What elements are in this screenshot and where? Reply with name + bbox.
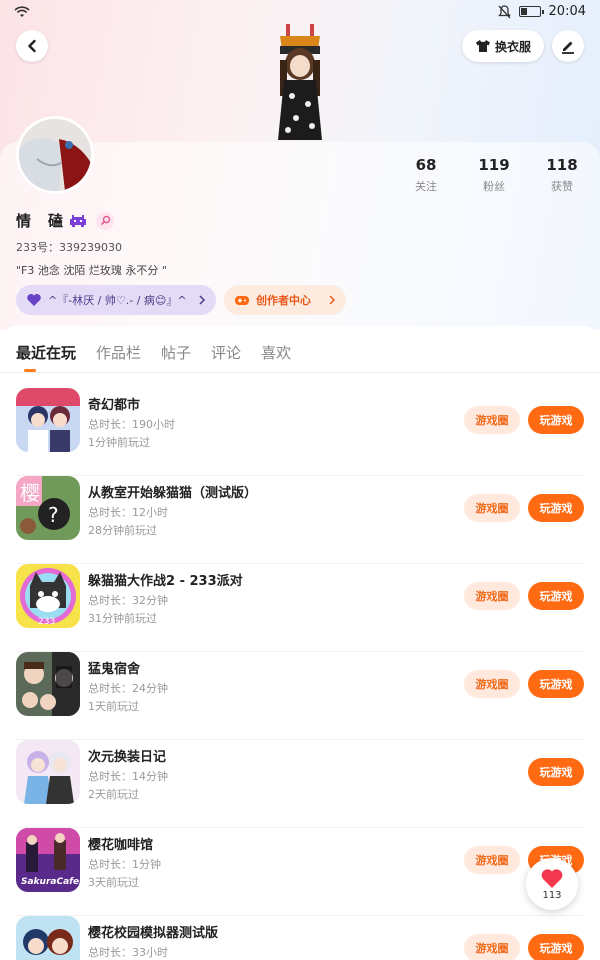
floating-like-button[interactable]: 113 — [526, 858, 578, 910]
wifi-icon — [14, 6, 30, 17]
dressup-girls-icon[interactable] — [16, 740, 80, 804]
user-avatar[interactable] — [16, 116, 94, 194]
back-button[interactable] — [16, 30, 48, 62]
content-panel: 最近在玩 作品栏 帖子 评论 喜欢 奇幻都市 总时长：190小时 1分钟前玩过 … — [0, 326, 600, 960]
stat-followers-label: 粉丝 — [483, 180, 505, 193]
game-duration: 总时长：32分钟 — [88, 594, 168, 607]
stat-following[interactable]: 68 关注 — [396, 156, 456, 194]
stat-followers[interactable]: 119 粉丝 — [464, 156, 524, 194]
avatar-image — [19, 119, 91, 191]
pencil-icon — [562, 41, 574, 54]
stat-likes-value: 118 — [546, 156, 578, 174]
game-title: 躲猫猫大作战2 - 233派对 — [88, 574, 243, 589]
like-count: 113 — [542, 890, 562, 901]
change-outfit-button[interactable]: 换衣服 — [462, 30, 544, 62]
game-title: 猛鬼宿舍 — [88, 662, 141, 677]
game-last-played: 2天前玩过 — [88, 788, 139, 801]
game-row[interactable]: 奇幻都市 总时长：190小时 1分钟前玩过 游戏圈 玩游戏 — [0, 388, 600, 476]
game-duration: 总时长：12小时 — [88, 506, 168, 519]
play-game-button[interactable]: 玩游戏 — [528, 934, 584, 960]
mute-bell-icon — [497, 4, 511, 18]
username-row: 情 磕 — [16, 210, 115, 231]
game-row[interactable]: 233 躲猫猫大作战2 - 233派对 总时长：32分钟 31分钟前玩过 游戏圈… — [0, 564, 600, 652]
username: 情 磕 — [16, 212, 65, 230]
school-sim-icon[interactable] — [16, 916, 80, 960]
change-outfit-label: 换衣服 — [494, 39, 531, 54]
anime-girls-icon[interactable] — [16, 388, 80, 452]
tab-posts[interactable]: 帖子 — [161, 342, 191, 363]
gamepad-icon — [235, 296, 249, 305]
game-circle-button[interactable]: 游戏圈 — [464, 494, 520, 522]
fan-group-label: ^『-林厌 / 帅♡.- / 病😊』^ — [48, 294, 187, 307]
sakura-cafe-icon[interactable]: SakuraCafes — [16, 828, 80, 892]
play-game-button[interactable]: 玩游戏 — [528, 494, 584, 522]
game-title: 樱花咖啡馆 — [88, 838, 154, 853]
tab-works[interactable]: 作品栏 — [96, 342, 141, 363]
tab-comments[interactable]: 评论 — [211, 342, 241, 363]
game-row[interactable]: 樱花校园模拟器测试版 总时长：33小时 游戏圈 玩游戏 — [0, 916, 600, 960]
haunted-dorm-icon[interactable] — [16, 652, 80, 716]
tab-likes[interactable]: 喜欢 — [261, 342, 291, 363]
svg-text:SakuraCafes: SakuraCafes — [21, 877, 80, 887]
game-title: 樱花校园模拟器测试版 — [88, 926, 219, 941]
chevron-right-icon — [199, 295, 206, 305]
cat-face-icon[interactable]: 233 — [16, 564, 80, 628]
tab-recently-played[interactable]: 最近在玩 — [16, 342, 76, 363]
stat-following-label: 关注 — [415, 180, 437, 193]
play-game-button[interactable]: 玩游戏 — [528, 406, 584, 434]
game-duration: 总时长：1分钟 — [88, 858, 161, 871]
svg-text:樱: 樱 — [20, 481, 40, 505]
svg-text:233: 233 — [38, 617, 55, 627]
play-game-button[interactable]: 玩游戏 — [528, 582, 584, 610]
stat-likes-label: 获赞 — [551, 180, 573, 193]
stat-following-value: 68 — [415, 156, 437, 174]
game-title: 从教室开始躲猫猫（测试版） — [88, 486, 258, 501]
user-id: 233号：339239030 — [16, 241, 122, 254]
game-circle-button[interactable]: 游戏圈 — [464, 406, 520, 434]
sakura-mystery-icon[interactable]: 樱 ? — [16, 476, 80, 540]
chevron-left-icon — [28, 39, 36, 53]
stat-followers-value: 119 — [478, 156, 510, 174]
game-row[interactable]: SakuraCafes 樱花咖啡馆 总时长：1分钟 3天前玩过 游戏圈 玩游戏 — [0, 828, 600, 916]
tshirt-icon — [475, 40, 490, 52]
stat-likes[interactable]: 118 获赞 — [532, 156, 592, 194]
game-circle-button[interactable]: 游戏圈 — [464, 582, 520, 610]
game-circle-button[interactable]: 游戏圈 — [464, 670, 520, 698]
game-circle-button[interactable]: 游戏圈 — [464, 934, 520, 960]
game-title: 次元换装日记 — [88, 750, 167, 765]
svg-text:?: ? — [48, 503, 59, 527]
game-duration: 总时长：14分钟 — [88, 770, 168, 783]
game-last-played: 1天前玩过 — [88, 700, 139, 713]
edit-profile-button[interactable] — [552, 30, 584, 62]
game-row[interactable]: 猛鬼宿舍 总时长：24分钟 1天前玩过 游戏圈 玩游戏 — [0, 652, 600, 740]
creator-center-pill[interactable]: 创作者中心 — [224, 285, 346, 315]
game-title: 奇幻都市 — [88, 398, 141, 413]
battery-icon — [518, 6, 544, 17]
play-game-button[interactable]: 玩游戏 — [528, 670, 584, 698]
game-duration: 总时长：190小时 — [88, 418, 175, 431]
game-last-played: 1分钟前玩过 — [88, 436, 150, 449]
game-circle-button[interactable]: 游戏圈 — [464, 846, 520, 874]
game-duration: 总时长：24分钟 — [88, 682, 168, 695]
purple-heart-icon — [27, 294, 41, 306]
game-last-played: 3天前玩过 — [88, 876, 139, 889]
game-last-played: 31分钟前玩过 — [88, 612, 157, 625]
play-game-button[interactable]: 玩游戏 — [528, 758, 584, 786]
game-duration: 总时长：33小时 — [88, 946, 168, 959]
chevron-right-icon — [329, 295, 336, 305]
magnifier-icon — [100, 215, 110, 226]
search-badge[interactable] — [96, 211, 115, 230]
game-row[interactable]: 樱 ? 从教室开始躲猫猫（测试版） 总时长：12小时 28分钟前玩过 游戏圈 玩… — [0, 476, 600, 564]
game-last-played: 28分钟前玩过 — [88, 524, 157, 537]
tabs-divider — [0, 372, 600, 373]
status-time: 20:04 — [548, 4, 586, 19]
heart-icon — [541, 869, 563, 888]
user-bio: "F3 池念 沈陌 烂玫瑰 永不分 " — [16, 264, 167, 277]
character-avatar-figure[interactable] — [262, 22, 338, 144]
game-row[interactable]: 次元换装日记 总时长：14分钟 2天前玩过 玩游戏 — [0, 740, 600, 828]
space-invader-icon — [70, 214, 87, 227]
profile-tabs: 最近在玩 作品栏 帖子 评论 喜欢 — [16, 342, 291, 363]
creator-center-label: 创作者中心 — [256, 294, 311, 307]
fan-group-pill[interactable]: ^『-林厌 / 帅♡.- / 病😊』^ — [16, 285, 216, 315]
